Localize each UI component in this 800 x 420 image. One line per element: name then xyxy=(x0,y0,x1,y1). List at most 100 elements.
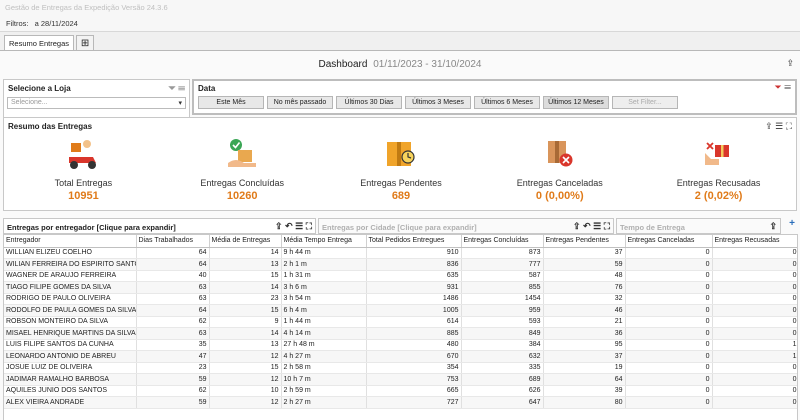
table-row[interactable]: WAGNER DE ARAUJO FERREIRA 40 15 1 h 31 m 635… xyxy=(4,270,797,282)
table-cell: 0 xyxy=(712,316,797,328)
kpi-percent: (0,02%) xyxy=(703,190,743,202)
table-cell: 0 xyxy=(625,316,713,328)
table-cell: 0 xyxy=(625,362,713,374)
table-cell: 10 h 7 m xyxy=(281,373,367,386)
column-header[interactable]: Entregas Recusadas xyxy=(712,235,797,248)
table-cell: 76 xyxy=(543,281,626,294)
table-row[interactable]: ALEX VIEIRA ANDRADE 59 12 2 h 27 m 727 647 80 0… xyxy=(4,396,797,409)
export-icon[interactable]: ⇪ xyxy=(786,59,794,68)
add-icon[interactable]: + xyxy=(789,218,795,229)
table-cell: 80 xyxy=(543,396,626,409)
loja-placeholder: Selecione... xyxy=(11,99,48,106)
filters-bar: Filtros: a 28/11/2024 xyxy=(0,14,800,32)
table-cell: 626 xyxy=(461,385,544,397)
table-cell: 32 xyxy=(543,293,626,305)
table-cell: 0 xyxy=(712,258,797,271)
resumo-title: Resumo das Entregas xyxy=(8,122,93,131)
column-header[interactable]: Média Tempo Entrega xyxy=(281,235,367,248)
table-cell: 0 xyxy=(625,350,713,363)
table-cell: 3 h 54 m xyxy=(281,293,367,305)
table-row[interactable]: JOSUE LUIZ DE OLIVEIRA 23 15 2 h 58 m 354 335… xyxy=(4,362,797,374)
table-cell: 39 xyxy=(543,385,626,397)
table-row[interactable]: WILLIAN ELIZEU COELHO 64 14 9 h 44 m 910 873 3… xyxy=(4,247,797,259)
table-cell: MISAEL HENRIQUE MARTINS DA SILVA xyxy=(4,327,137,340)
table-cell: 354 xyxy=(366,362,462,374)
column-header[interactable]: Total Pedidos Entregues xyxy=(366,235,462,248)
kpi-label: Entregas Recusadas xyxy=(676,178,761,188)
btn-ultimos-30-dias[interactable]: Últimos 30 Dias xyxy=(336,96,402,109)
kpi-entregas-pendentes: Entregas Pendentes 689 xyxy=(322,136,481,202)
kpi-value: 10951 xyxy=(68,190,99,202)
table-cell: TIAGO FILIPE GOMES DA SILVA xyxy=(4,281,137,294)
column-header[interactable]: Entregas Concluídas xyxy=(461,235,544,248)
table-row[interactable]: MISAEL HENRIQUE MARTINS DA SILVA 63 14 4 h … xyxy=(4,327,797,340)
table-cell: 9 h 44 m xyxy=(281,247,367,259)
btn-ultimos-12-meses[interactable]: Últimos 12 Meses xyxy=(543,96,609,109)
clear-filter-icon[interactable]: ⏷ ☰ xyxy=(775,83,791,92)
table-cell: 4 h 27 m xyxy=(281,350,367,363)
kpi-entregas-concluidas: Entregas Concluídas 10260 xyxy=(163,136,322,202)
kpi-value: 689 xyxy=(391,190,411,202)
loja-select[interactable]: Selecione... ▾ xyxy=(7,97,186,109)
table-cell: 885 xyxy=(366,327,462,340)
table-cell: 10 xyxy=(209,385,282,397)
table-cell: 0 xyxy=(712,373,797,386)
column-header[interactable]: Entregas Pendentes xyxy=(543,235,626,248)
tab-bar: Resumo Entregas ⊞ xyxy=(0,32,800,50)
table-cell: 0 xyxy=(712,281,797,294)
btn-ultimos-3-meses[interactable]: Últimos 3 Meses xyxy=(405,96,471,109)
export-icon[interactable]: ⇪ xyxy=(769,222,777,231)
section-entregador-title: Entregas por entregador [Clique para exp… xyxy=(7,223,176,232)
table-row[interactable]: TIAGO FILIPE GOMES DA SILVA 63 14 3 h 6 m 93… xyxy=(4,281,797,294)
table-cell: 1 h 31 m xyxy=(281,270,367,282)
table-cell: LEONARDO ANTONIO DE ABREU xyxy=(4,350,137,363)
column-header[interactable]: Entregador xyxy=(4,235,137,248)
table-row[interactable]: ROBSON MONTEIRO DA SILVA 62 9 1 h 44 m 614 59… xyxy=(4,316,797,328)
table-row[interactable]: RODRIGO DE PAULO OLIVEIRA 63 23 3 h 54 m 148… xyxy=(4,293,797,305)
table-row[interactable]: AQUILES JUNIO DOS SANTOS 62 10 2 h 59 m 665 6… xyxy=(4,385,797,397)
table-row[interactable]: LEONARDO ANTONIO DE ABREU 47 12 4 h 27 m 670… xyxy=(4,350,797,363)
kpi-value: 2 xyxy=(694,190,701,202)
package-clock-icon xyxy=(322,136,481,172)
table-cell: 0 xyxy=(625,293,713,305)
table-cell: 0 xyxy=(712,293,797,305)
btn-set-filter[interactable]: Set Filter... xyxy=(612,96,678,109)
table-cell: 0 xyxy=(712,396,797,409)
table-cell: 14 xyxy=(209,281,282,294)
dashboard-heading: Dashboard 01/11/2023 - 31/10/2024 xyxy=(0,59,800,70)
filter-icon[interactable]: ⏷ ☰ xyxy=(169,84,185,93)
table-cell: 13 xyxy=(209,339,282,351)
table-row[interactable]: LUIS FILIPE SANTOS DA CUNHA 35 13 27 h 48 m… xyxy=(4,339,797,351)
section-entregador[interactable]: Entregas por entregador [Clique para exp… xyxy=(3,218,316,234)
section-tools-icon[interactable]: ⇪ ↶ ☰ ⛶ xyxy=(275,222,312,231)
table-row[interactable]: WILIAN FERREIRA DO ESPIRITO SANTO 64 13 2 h… xyxy=(4,258,797,271)
section-cidade[interactable]: Entregas por Cidade [Clique para expandi… xyxy=(318,218,614,234)
resumo-tools-icon[interactable]: ⇪ ☰ ⛶ xyxy=(765,122,792,131)
btn-ultimos-6-meses[interactable]: Últimos 6 Meses xyxy=(474,96,540,109)
tab-resumo-entregas[interactable]: Resumo Entregas xyxy=(4,35,75,50)
table-cell: 0 xyxy=(712,304,797,317)
table-cell: 63 xyxy=(136,327,210,340)
btn-este-mes[interactable]: Este Mês xyxy=(198,96,264,109)
table-row[interactable]: RODOLFO DE PAULA GOMES DA SILVA 64 15 6 h 4… xyxy=(4,304,797,317)
table-cell: 59 xyxy=(543,258,626,271)
table-cell: 593 xyxy=(461,316,544,328)
table-cell: 14 xyxy=(209,247,282,259)
section-tools-icon[interactable]: ⇪ ↶ ☰ ⛶ xyxy=(573,222,610,231)
delivery-scooter-icon xyxy=(4,136,163,172)
window-title: Gestão de Entregas da Expedição Versão 2… xyxy=(0,0,800,14)
table-cell: 40 xyxy=(136,270,210,282)
dashboard-period: 01/11/2023 - 31/10/2024 xyxy=(373,59,482,70)
column-header[interactable]: Entregas Canceladas xyxy=(625,235,713,248)
btn-mes-passado[interactable]: No mês passado xyxy=(267,96,333,109)
column-header[interactable]: Média de Entregas xyxy=(209,235,282,248)
table-cell: JADIMAR RAMALHO BARBOSA xyxy=(4,373,137,386)
kpi-label: Entregas Canceladas xyxy=(516,178,603,188)
section-tempo[interactable]: Tempo de Entrega ⇪ xyxy=(616,218,781,234)
column-header[interactable]: Dias Trabalhados xyxy=(136,235,210,248)
table-cell: 62 xyxy=(136,385,210,397)
table-row[interactable]: JADIMAR RAMALHO BARBOSA 59 12 10 h 7 m 753 68… xyxy=(4,373,797,386)
table-cell: 384 xyxy=(461,339,544,351)
add-tab-icon[interactable]: ⊞ xyxy=(76,35,95,50)
table-cell: 647 xyxy=(461,396,544,409)
